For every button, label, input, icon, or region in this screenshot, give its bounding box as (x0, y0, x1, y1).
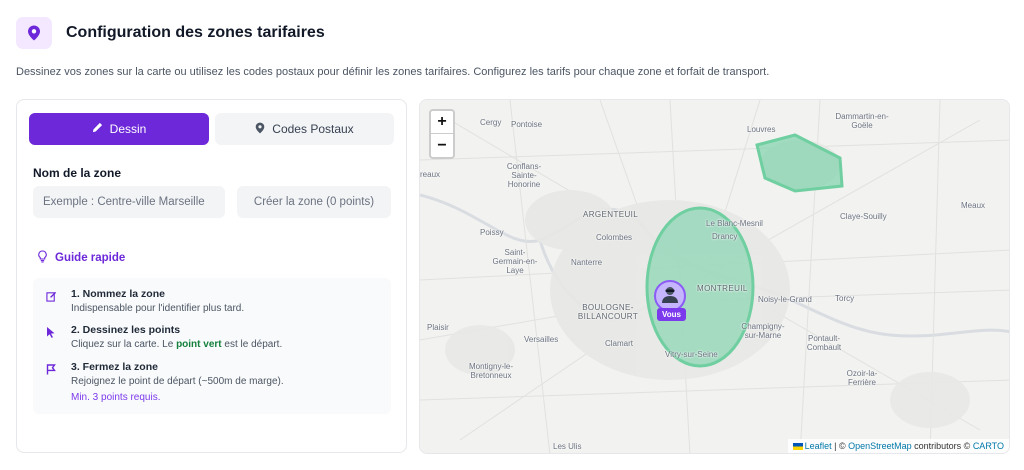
user-location-label: Vous (657, 308, 686, 321)
create-zone-button[interactable]: Créer la zone (0 points) (237, 186, 391, 218)
place-label: Torcy (835, 294, 855, 303)
step-3-desc: Rejoignez le point de départ (~500m de m… (71, 376, 284, 387)
place-label: Saint-Germain-en-Laye (492, 248, 538, 275)
place-label: BOULOGNE-BILLANCOURT (577, 303, 639, 321)
step-1-desc: Indispensable pour l'identifier plus tar… (71, 303, 245, 314)
place-label: Dammartin-en-Goële (835, 112, 889, 130)
place-label: Conflans-Sainte-Honorine (506, 162, 542, 189)
zone-name-input[interactable] (33, 186, 225, 218)
place-label: Nanterre (571, 258, 603, 267)
place-label: Poissy (480, 228, 504, 237)
guide-step-1: 1. Nommez la zone Indispensable pour l'i… (45, 288, 244, 316)
quick-guide-title: Guide rapide (55, 252, 126, 264)
lightbulb-icon (37, 250, 48, 266)
zone-config-panel: Dessin Codes Postaux Nom de la zone Crée… (16, 99, 407, 453)
place-label: Pontoise (511, 120, 543, 129)
place-label: Vitry-sur-Seine (665, 350, 718, 359)
zoom-out-button[interactable]: − (431, 134, 453, 157)
place-label: Champigny-sur-Marne (741, 322, 785, 340)
place-label: Louvres (747, 125, 776, 134)
pencil-icon (92, 122, 103, 136)
place-label: Le Blanc-Mesnil (706, 219, 763, 228)
page-header: Configuration des zones tarifaires (16, 16, 325, 50)
zoom-in-button[interactable]: + (431, 111, 453, 134)
place-label: Noisy-le-Grand (758, 295, 812, 304)
map-attribution: Leaflet | © OpenStreetMap contributors ©… (787, 439, 1009, 453)
osm-link[interactable]: OpenStreetMap (848, 441, 912, 451)
map-pin-icon (16, 17, 52, 49)
zoom-control: + − (429, 109, 455, 159)
guide-step-3: 3. Fermez la zone Rejoignez le point de … (45, 361, 284, 405)
page-description: Dessinez vos zones sur la carte ou utili… (16, 66, 770, 78)
place-label: Meaux (961, 201, 986, 210)
place-label: Pontault-Combault (806, 334, 842, 352)
place-label: Ozoir-la-Ferrière (846, 369, 878, 387)
step-1-title: 1. Nommez la zone (71, 288, 165, 300)
avatar-icon (659, 283, 681, 310)
place-label: MONTREUIL (697, 284, 748, 293)
guide-step-2: 2. Dessinez les points Cliquez sur la ca… (45, 324, 282, 352)
cursor-icon (45, 326, 57, 338)
place-label: ARGENTEUIL (583, 210, 639, 219)
carto-link[interactable]: CARTO (973, 441, 1004, 451)
min-points-note: Min. 3 points requis. (71, 392, 161, 403)
edit-icon (45, 290, 57, 302)
ukraine-flag-icon (792, 443, 803, 451)
postal-codes-mode-button[interactable]: Codes Postaux (215, 113, 394, 145)
place-label: Plaisir (427, 323, 449, 332)
start-point-highlight: point vert (176, 339, 222, 350)
flag-icon (45, 363, 57, 375)
quick-guide-box: 1. Nommez la zone Indispensable pour l'i… (33, 278, 391, 414)
step-2-desc: Cliquez sur la carte. Le point vert est … (71, 339, 283, 350)
quick-guide-header: Guide rapide (37, 250, 125, 266)
step-3-title: 3. Fermez la zone (71, 361, 158, 373)
place-label: Montigny-le-Bretonneux (468, 362, 513, 380)
leaflet-link[interactable]: Leaflet (805, 441, 832, 451)
place-label: Colombes (596, 233, 633, 242)
place-label: Les Ulis (553, 442, 582, 451)
zone-map[interactable]: + − Cergy Pontoise Louvres Dammartin-en-… (419, 99, 1010, 454)
zone-name-label: Nom de la zone (33, 166, 122, 180)
draw-mode-button[interactable]: Dessin (29, 113, 209, 145)
place-label: Versailles (524, 335, 559, 344)
place-label: Drancy (712, 232, 738, 241)
map-pin-icon (255, 122, 265, 137)
postal-mode-label: Codes Postaux (272, 122, 354, 136)
step-2-title: 2. Dessinez les points (71, 324, 181, 336)
page-title: Configuration des zones tarifaires (66, 24, 325, 41)
draw-mode-label: Dessin (109, 122, 147, 136)
place-label: reaux (420, 170, 441, 179)
place-label: Claye-Souilly (840, 212, 887, 221)
place-label: Cergy (480, 118, 502, 127)
place-label: Clamart (605, 339, 634, 348)
map-base-layer (420, 100, 1009, 453)
